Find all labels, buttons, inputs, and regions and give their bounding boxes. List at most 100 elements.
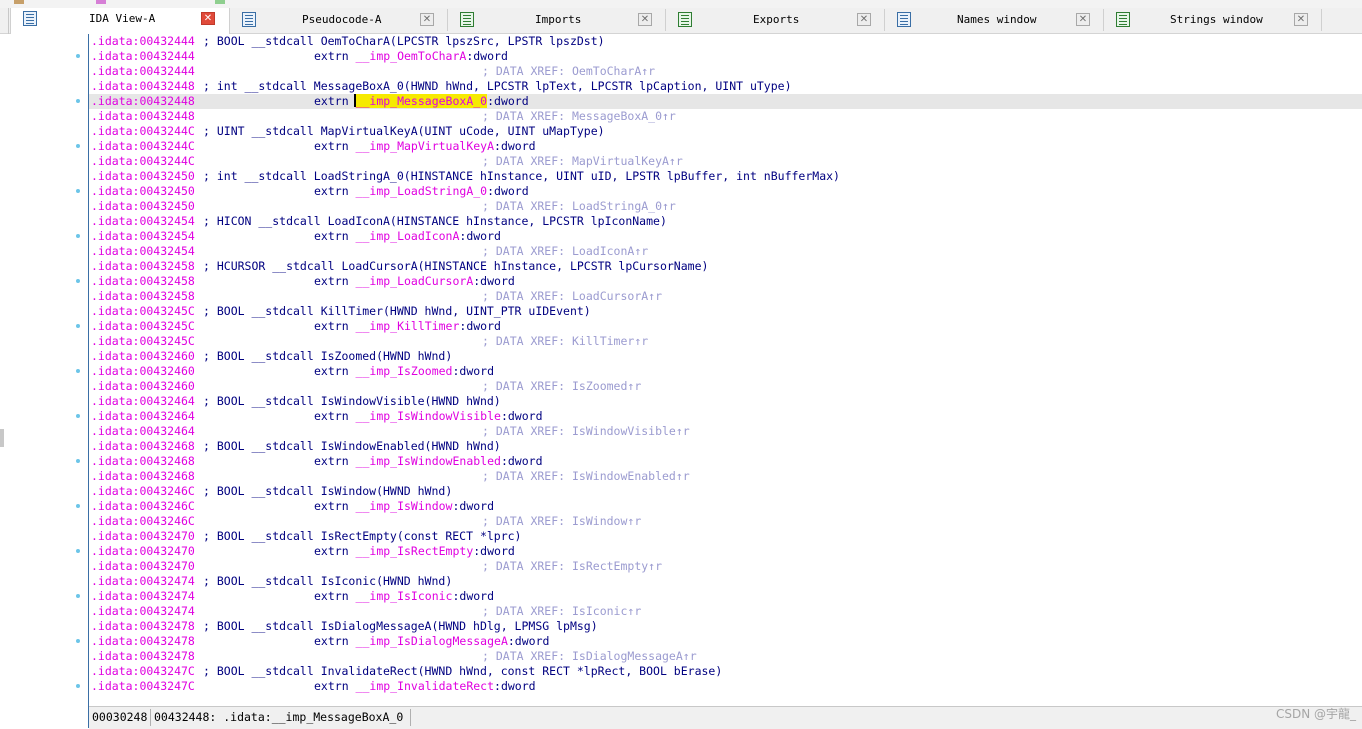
tab-label: Names window	[957, 13, 1037, 26]
function-prototype-comment: ; int __stdcall LoadStringA_0(HINSTANCE …	[203, 169, 840, 183]
pane-splitter-grip[interactable]	[0, 429, 4, 447]
tab-imports[interactable]: Imports ✕	[448, 9, 666, 31]
listing-line[interactable]: .idata:00432468 ; DATA XREF: IsWindowEnab…	[89, 469, 1362, 484]
listing-line[interactable]: .idata:0043246C extrn __imp_IsWindow:dwor…	[89, 499, 1362, 514]
xref-comment[interactable]: ; DATA XREF: IsWindowVisible↑r	[482, 424, 690, 439]
listing-line[interactable]: .idata:00432464 ; BOOL __stdcall IsWindow…	[89, 394, 1362, 409]
listing-line[interactable]: .idata:00432458 ; DATA XREF: LoadCursorA↑…	[89, 289, 1362, 304]
listing-line[interactable]: .idata:00432460 extrn __imp_IsZoomed:dwor…	[89, 364, 1362, 379]
xref-comment[interactable]: ; DATA XREF: MessageBoxA_0↑r	[482, 109, 676, 124]
extrn-keyword: extrn	[314, 679, 356, 693]
listing-line[interactable]: .idata:0043244C ; UINT __stdcall MapVirtu…	[89, 124, 1362, 139]
close-icon[interactable]: ✕	[1076, 13, 1090, 26]
listing-line[interactable]: .idata:00432470 ; DATA XREF: IsRectEmpty↑…	[89, 559, 1362, 574]
listing-line-current[interactable]: .idata:00432448 extrn __imp_MessageBoxA_0…	[89, 94, 1362, 109]
line-address: .idata:00432470	[91, 559, 195, 573]
import-symbol-name[interactable]: __imp_OemToCharA	[356, 49, 467, 63]
import-symbol-name[interactable]: __imp_IsIconic	[356, 589, 453, 603]
xref-comment[interactable]: ; DATA XREF: LoadStringA_0↑r	[482, 199, 676, 214]
tab-strings-window[interactable]: Strings window ✕	[1104, 9, 1322, 31]
listing-line[interactable]: .idata:00432464 ; DATA XREF: IsWindowVisi…	[89, 424, 1362, 439]
listing-line[interactable]: .idata:00432474 ; DATA XREF: IsIconic↑r	[89, 604, 1362, 619]
extrn-type: :dword	[459, 319, 501, 333]
close-icon[interactable]: ✕	[857, 13, 871, 26]
listing-line[interactable]: .idata:00432478 ; BOOL __stdcall IsDialog…	[89, 619, 1362, 634]
listing-line[interactable]: .idata:00432458 ; HCURSOR __stdcall LoadC…	[89, 259, 1362, 274]
xref-comment[interactable]: ; DATA XREF: LoadIconA↑r	[482, 244, 648, 259]
xref-comment[interactable]: ; DATA XREF: KillTimer↑r	[482, 334, 648, 349]
listing-line[interactable]: .idata:00432464 extrn __imp_IsWindowVisib…	[89, 409, 1362, 424]
listing-line[interactable]: .idata:00432454 ; HICON __stdcall LoadIco…	[89, 214, 1362, 229]
xref-comment[interactable]: ; DATA XREF: IsZoomed↑r	[482, 379, 641, 394]
listing-line[interactable]: .idata:00432470 ; BOOL __stdcall IsRectEm…	[89, 529, 1362, 544]
import-symbol-name[interactable]: __imp_MessageBoxA_0	[355, 94, 488, 108]
listing-line[interactable]: .idata:00432474 ; BOOL __stdcall IsIconic…	[89, 574, 1362, 589]
listing-line[interactable]: .idata:00432478 ; DATA XREF: IsDialogMess…	[89, 649, 1362, 664]
listing-line[interactable]: .idata:00432478 extrn __imp_IsDialogMessa…	[89, 634, 1362, 649]
listing-line[interactable]: .idata:0043246C ; BOOL __stdcall IsWindow…	[89, 484, 1362, 499]
listing-line[interactable]: .idata:00432470 extrn __imp_IsRectEmpty:d…	[89, 544, 1362, 559]
close-icon[interactable]: ✕	[201, 12, 215, 25]
close-icon[interactable]: ✕	[420, 13, 434, 26]
listing-line[interactable]: .idata:00432450 ; int __stdcall LoadStrin…	[89, 169, 1362, 184]
import-symbol-name[interactable]: __imp_MapVirtualKeyA	[356, 139, 494, 153]
listing-line[interactable]: .idata:00432454 extrn __imp_LoadIconA:dwo…	[89, 229, 1362, 244]
line-address: .idata:00432458	[91, 289, 195, 303]
listing-line[interactable]: .idata:00432444 ; DATA XREF: OemToCharA↑r	[89, 64, 1362, 79]
listing-line[interactable]: .idata:00432458 extrn __imp_LoadCursorA:d…	[89, 274, 1362, 289]
listing-line[interactable]: .idata:00432444 ; BOOL __stdcall OemToCha…	[89, 34, 1362, 49]
extrn-declaration: extrn __imp_IsWindowEnabled:dword	[314, 454, 543, 469]
import-symbol-name[interactable]: __imp_LoadStringA_0	[356, 184, 488, 198]
listing-line[interactable]: .idata:00432468 extrn __imp_IsWindowEnabl…	[89, 454, 1362, 469]
tab-pseudocode-a[interactable]: Pseudocode-A ✕	[230, 9, 448, 31]
listing-line[interactable]: .idata:0043247C ; BOOL __stdcall Invalida…	[89, 664, 1362, 679]
listing-line[interactable]: .idata:0043245C ; BOOL __stdcall KillTime…	[89, 304, 1362, 319]
xref-comment[interactable]: ; DATA XREF: OemToCharA↑r	[482, 64, 655, 79]
listing-line[interactable]: .idata:0043245C ; DATA XREF: KillTimer↑r	[89, 334, 1362, 349]
import-symbol-name[interactable]: __imp_KillTimer	[356, 319, 460, 333]
xref-comment[interactable]: ; DATA XREF: IsWindow↑r	[482, 514, 641, 529]
import-symbol-name[interactable]: __imp_LoadCursorA	[356, 274, 474, 288]
line-address: .idata:0043246C	[91, 499, 195, 513]
line-address: .idata:00432478	[91, 649, 195, 663]
tab-names-window[interactable]: Names window ✕	[885, 9, 1104, 31]
listing-line[interactable]: .idata:00432450 extrn __imp_LoadStringA_0…	[89, 184, 1362, 199]
extrn-keyword: extrn	[314, 229, 356, 243]
xref-comment[interactable]: ; DATA XREF: IsRectEmpty↑r	[482, 559, 662, 574]
import-symbol-name[interactable]: __imp_IsWindowVisible	[356, 409, 501, 423]
import-symbol-name[interactable]: __imp_IsWindowEnabled	[356, 454, 501, 468]
import-symbol-name[interactable]: __imp_IsWindow	[356, 499, 453, 513]
import-symbol-name[interactable]: __imp_IsDialogMessageA	[356, 634, 508, 648]
extrn-keyword: extrn	[314, 184, 356, 198]
xref-comment[interactable]: ; DATA XREF: LoadCursorA↑r	[482, 289, 662, 304]
listing-line[interactable]: .idata:00432460 ; DATA XREF: IsZoomed↑r	[89, 379, 1362, 394]
import-symbol-name[interactable]: __imp_IsRectEmpty	[356, 544, 474, 558]
listing-line[interactable]: .idata:00432444 extrn __imp_OemToCharA:dw…	[89, 49, 1362, 64]
tab-exports[interactable]: Exports ✕	[666, 9, 885, 31]
xref-comment[interactable]: ; DATA XREF: MapVirtualKeyA↑r	[482, 154, 683, 169]
disassembly-listing[interactable]: .idata:00432444 ; BOOL __stdcall OemToCha…	[89, 34, 1362, 706]
listing-line[interactable]: .idata:0043247C extrn __imp_InvalidateRec…	[89, 679, 1362, 694]
listing-line[interactable]: .idata:00432474 extrn __imp_IsIconic:dwor…	[89, 589, 1362, 604]
tab-ida-view-a[interactable]: IDA View-A ✕	[10, 8, 230, 34]
listing-line[interactable]: .idata:00432448 ; int __stdcall MessageBo…	[89, 79, 1362, 94]
listing-line[interactable]: .idata:0043244C extrn __imp_MapVirtualKey…	[89, 139, 1362, 154]
listing-line[interactable]: .idata:00432460 ; BOOL __stdcall IsZoomed…	[89, 349, 1362, 364]
extrn-keyword: extrn	[314, 454, 356, 468]
listing-line[interactable]: .idata:0043244C ; DATA XREF: MapVirtualKe…	[89, 154, 1362, 169]
import-symbol-name[interactable]: __imp_IsZoomed	[356, 364, 453, 378]
xref-comment[interactable]: ; DATA XREF: IsDialogMessageA↑r	[482, 649, 697, 664]
xref-comment[interactable]: ; DATA XREF: IsWindowEnabled↑r	[482, 469, 690, 484]
listing-line[interactable]: .idata:00432468 ; BOOL __stdcall IsWindow…	[89, 439, 1362, 454]
listing-line[interactable]: .idata:00432448 ; DATA XREF: MessageBoxA_…	[89, 109, 1362, 124]
close-icon[interactable]: ✕	[1294, 13, 1308, 26]
listing-line[interactable]: .idata:0043245C extrn __imp_KillTimer:dwo…	[89, 319, 1362, 334]
arrows-pane[interactable]	[0, 34, 88, 728]
import-symbol-name[interactable]: __imp_InvalidateRect	[356, 679, 494, 693]
listing-line[interactable]: .idata:00432454 ; DATA XREF: LoadIconA↑r	[89, 244, 1362, 259]
listing-line[interactable]: .idata:00432450 ; DATA XREF: LoadStringA_…	[89, 199, 1362, 214]
import-symbol-name[interactable]: __imp_LoadIconA	[356, 229, 460, 243]
listing-line[interactable]: .idata:0043246C ; DATA XREF: IsWindow↑r	[89, 514, 1362, 529]
close-icon[interactable]: ✕	[638, 13, 652, 26]
xref-comment[interactable]: ; DATA XREF: IsIconic↑r	[482, 604, 641, 619]
